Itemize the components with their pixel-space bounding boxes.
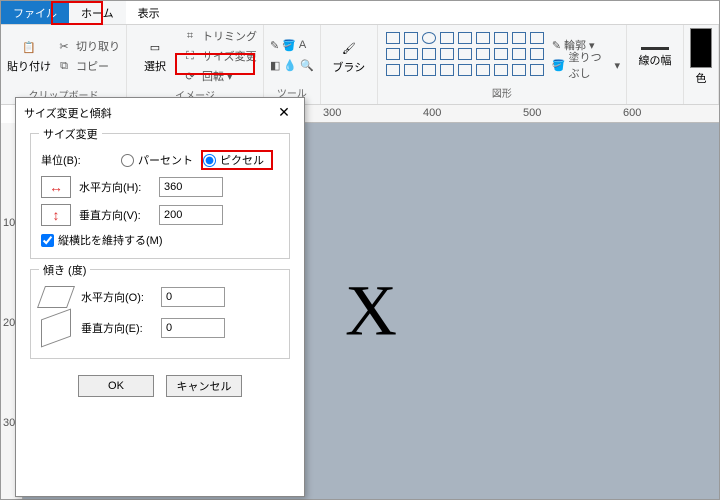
eraser-icon[interactable]: ◧	[270, 59, 280, 72]
skew-legend: 傾き (度)	[39, 262, 90, 278]
group-clipboard: 📋 貼り付け ✂切り取り ⧉コピー クリップボード	[1, 25, 127, 104]
aspect-checkbox[interactable]: 縦横比を維持する(M)	[41, 232, 279, 248]
brush-icon: 🖌	[340, 39, 358, 57]
ok-button[interactable]: OK	[78, 375, 154, 397]
text-icon[interactable]: A	[299, 39, 306, 51]
group-brush: 🖌 ブラシ	[321, 25, 378, 104]
copy-icon: ⧉	[55, 57, 73, 75]
group-tools: ✎ 🪣 A ◧ 💧 🔍 ツール	[264, 25, 321, 104]
pencil-icon[interactable]: ✎	[270, 39, 279, 52]
resize-group: サイズ変更 単位(B): パーセント ピクセル ↔ 水平方向(H): ↕ 垂直方…	[30, 133, 290, 259]
resize-v-input[interactable]	[159, 205, 223, 225]
close-button[interactable]: ✕	[272, 104, 296, 121]
bucket-icon[interactable]: 🪣	[282, 39, 296, 52]
skew-v-icon	[41, 309, 71, 348]
linewidth-button[interactable]: 線の幅	[633, 28, 677, 86]
tab-file[interactable]: ファイル	[1, 1, 69, 24]
resize-icon: ⛶	[181, 47, 199, 65]
skew-group: 傾き (度) 水平方向(O): 垂直方向(E):	[30, 269, 290, 359]
trim-button[interactable]: ⌗トリミング	[181, 27, 257, 45]
canvas-content: X	[345, 270, 397, 353]
linewidth-icon	[641, 47, 669, 50]
tab-view[interactable]: 表示	[126, 1, 172, 24]
select-label: 選択	[144, 58, 166, 74]
rotate-button[interactable]: ⟳回転▾	[181, 67, 257, 85]
select-icon: ▭	[146, 38, 164, 56]
group-shapes: ✎ 輪郭▾ 🪣 塗りつぶし▾ 図形	[378, 25, 627, 104]
skew-h-label: 水平方向(O):	[81, 289, 153, 305]
copy-button[interactable]: ⧉コピー	[55, 57, 120, 75]
resize-v-label: 垂直方向(V):	[79, 207, 151, 223]
group-color: 色	[684, 25, 719, 104]
cut-button[interactable]: ✂切り取り	[55, 37, 120, 55]
resize-v-icon: ↕	[41, 204, 71, 226]
skew-h-input[interactable]	[161, 287, 225, 307]
rotate-icon: ⟳	[181, 67, 199, 85]
color1-button[interactable]: 色	[690, 28, 712, 86]
skew-v-label: 垂直方向(E):	[81, 320, 153, 336]
skew-v-input[interactable]	[161, 318, 225, 338]
skew-h-icon	[37, 286, 75, 308]
resize-button[interactable]: ⛶サイズ変更	[181, 47, 257, 65]
shapes-gallery[interactable]	[384, 30, 548, 80]
fill-button[interactable]: 🪣 塗りつぶし▾	[552, 56, 620, 74]
paste-label: 貼り付け	[7, 58, 51, 74]
resize-h-icon: ↔	[41, 176, 71, 198]
paste-icon: 📋	[20, 38, 38, 56]
resize-h-input[interactable]	[159, 177, 223, 197]
tab-home[interactable]: ホーム	[69, 1, 126, 24]
brush-button[interactable]: 🖌 ブラシ	[327, 28, 371, 86]
resize-skew-dialog: サイズ変更と傾斜 ✕ サイズ変更 単位(B): パーセント ピクセル ↔ 水平方…	[15, 97, 305, 497]
scissors-icon: ✂	[55, 37, 73, 55]
cancel-button[interactable]: キャンセル	[166, 375, 242, 397]
radio-pixel[interactable]: ピクセル	[201, 150, 273, 170]
picker-icon[interactable]: 💧	[283, 59, 297, 72]
paste-button[interactable]: 📋 貼り付け	[7, 27, 51, 85]
select-button[interactable]: ▭ 選択	[133, 27, 177, 85]
group-linewidth: 線の幅	[627, 25, 684, 104]
dialog-title: サイズ変更と傾斜	[24, 105, 112, 121]
resize-h-label: 水平方向(H):	[79, 179, 151, 195]
resize-legend: サイズ変更	[39, 126, 102, 142]
group-image: ▭ 選択 ⌗トリミング ⛶サイズ変更 ⟳回転▾ イメージ	[127, 25, 264, 104]
radio-percent[interactable]: パーセント	[121, 152, 193, 168]
ribbon: 📋 貼り付け ✂切り取り ⧉コピー クリップボード ▭ 選択 ⌗トリミング ⛶サ…	[1, 25, 719, 105]
unit-label: 単位(B):	[41, 152, 113, 168]
group-label: 図形	[384, 83, 620, 102]
zoom-icon[interactable]: 🔍	[300, 59, 314, 72]
color-swatch-icon	[690, 28, 712, 68]
trim-icon: ⌗	[181, 27, 199, 45]
